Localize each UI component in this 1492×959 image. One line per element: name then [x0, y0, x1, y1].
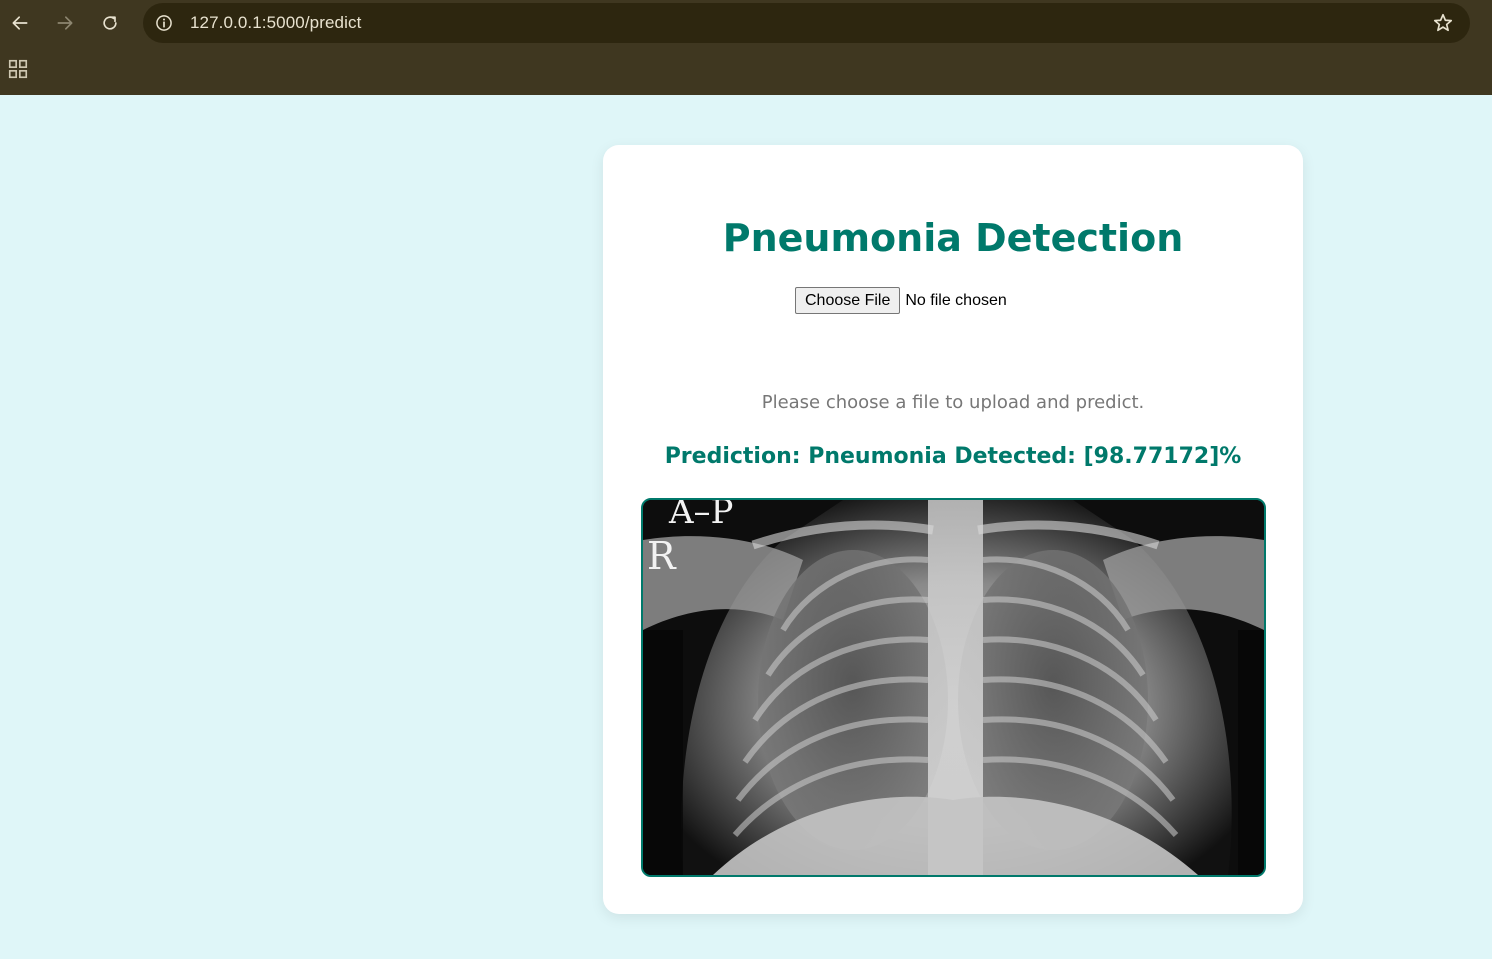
site-info-button[interactable]	[151, 10, 177, 36]
upload-hint: Please choose a file to upload and predi…	[761, 392, 1145, 413]
arrow-left-icon	[12, 16, 28, 30]
address-bar[interactable]: 127.0.0.1:5000/predict	[143, 3, 1470, 43]
prediction-result: Prediction: Pneumonia Detected: [98.7717…	[664, 444, 1242, 469]
browser-toolbar: 127.0.0.1:5000/predict	[0, 0, 1492, 95]
reload-icon	[103, 16, 117, 30]
chest-xray-picture	[643, 500, 1264, 875]
star-icon	[1433, 13, 1453, 32]
bookmark-button[interactable]	[1432, 12, 1454, 34]
xray-image: A–P R	[641, 498, 1266, 877]
info-icon	[156, 15, 172, 31]
back-button[interactable]	[6, 9, 34, 37]
forward-button[interactable]	[51, 9, 79, 37]
choose-file-button[interactable]: Choose File	[795, 287, 901, 314]
apps-grid-icon	[8, 59, 28, 79]
arrow-right-icon	[57, 16, 73, 30]
xray-label-r: R	[647, 534, 676, 578]
page-title: Pneumonia Detection	[722, 216, 1184, 260]
reload-button[interactable]	[96, 9, 124, 37]
file-status-text: No file chosen	[905, 291, 1007, 309]
apps-button[interactable]	[6, 57, 30, 81]
url-text[interactable]: 127.0.0.1:5000/predict	[190, 13, 361, 33]
file-input[interactable]: Choose File No file chosen	[795, 287, 1007, 314]
xray-label-ap: A–P	[669, 498, 734, 532]
